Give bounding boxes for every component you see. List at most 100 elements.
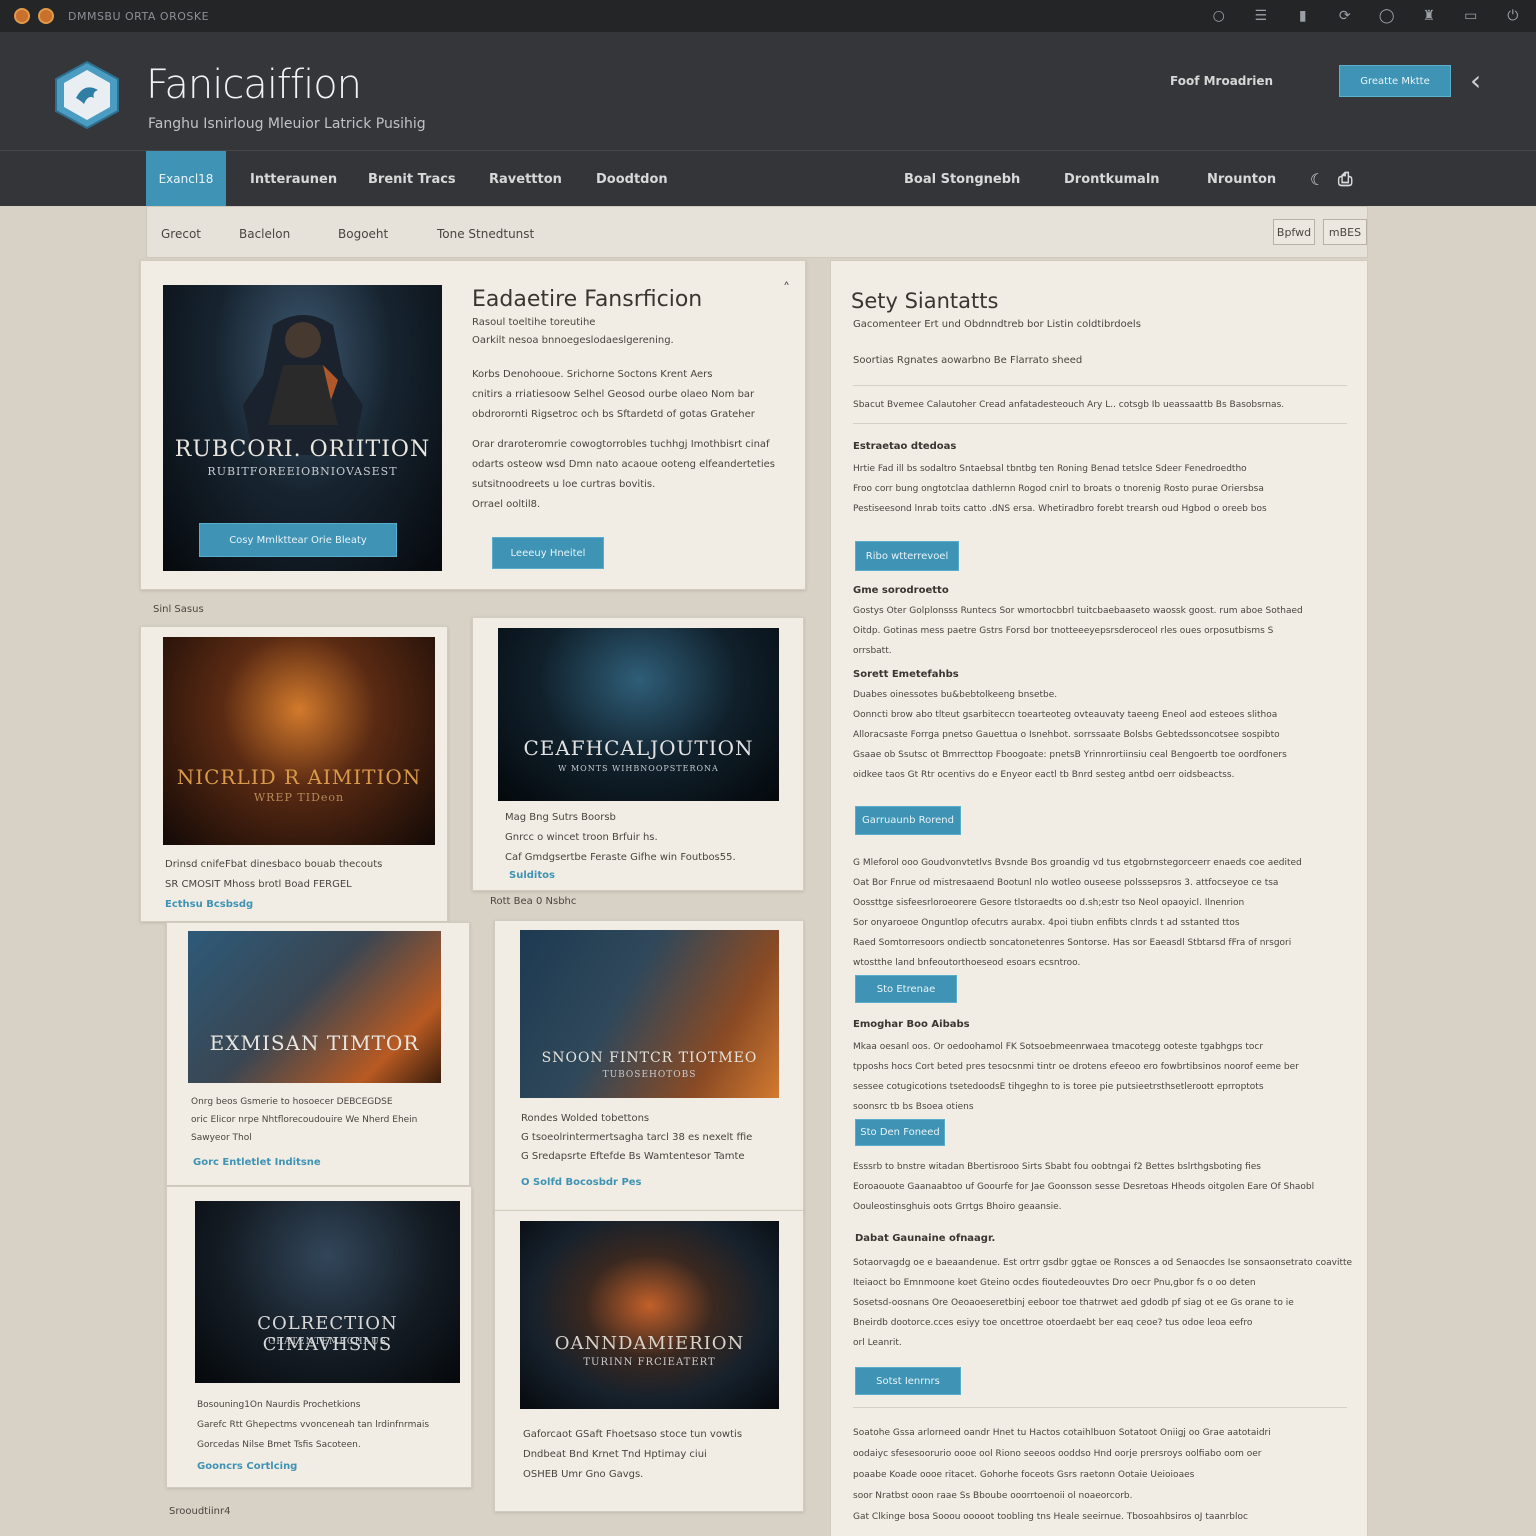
collapse-icon[interactable]: ˄	[783, 281, 790, 297]
sidebar-title: Sety Siantatts	[851, 289, 999, 313]
poster-title: NICRLID R AIMITION	[176, 765, 422, 789]
story-poster[interactable]: COLRECTION CIMAVHSNS GRATENTEMECHAUS	[195, 1201, 460, 1383]
subnav-item[interactable]: Baclelon	[239, 227, 290, 241]
sidebar-section-heading: Emoghar Boo Aibabs	[853, 1019, 970, 1030]
nav-item[interactable]: Drontkumaln	[1064, 151, 1160, 207]
story-poster[interactable]: NICRLID R AIMITION WREP TIDeon	[163, 637, 435, 845]
nav-item[interactable]: Brenit Tracs	[368, 151, 456, 207]
featured-paragraph: Orar draroteromrie cowogtorrobles tuchhg…	[472, 439, 775, 510]
window-icon[interactable]: ▭	[1462, 8, 1480, 24]
app-icon-secondary[interactable]	[38, 8, 54, 24]
sidebar-section-text: Gostys Oter Golplonsss Runtecs Sor wmort…	[853, 606, 1303, 656]
featured-poster[interactable]: RUBCORI. ORIITION RUBITFOREEIOBNIOVASEST…	[163, 285, 442, 571]
sidebar-section-text: Hrtie Fad ill bs sodaltro Sntaebsal tbnt…	[853, 464, 1267, 514]
story-link[interactable]: Ecthsu Bcsbsdg	[165, 899, 253, 910]
sidebar-section-text: Mkaa oesanl oos. Or oedoohamol FK Sotsoe…	[853, 1042, 1299, 1112]
divider	[853, 423, 1347, 424]
story-excerpt: Onrg beos Gsmerie to hosoecer DEBCEGDSE …	[191, 1097, 418, 1143]
story-card[interactable]: CEAFHCALJOUTION W MONTS WIHBNOOPSTERONA …	[472, 617, 804, 891]
story-link[interactable]: Gorc Entletlet Inditsne	[193, 1157, 321, 1168]
menu-icon[interactable]: ☰	[1252, 8, 1270, 24]
system-bar: DMMSBU ORTA OROSKE ○ ☰ ▮ ⟳ ◯ ♜ ▭ ⏻	[0, 0, 1536, 32]
sidebar-section-text: Sotaorvagdg oe e baeaandenue. Est ortrr …	[853, 1258, 1353, 1348]
poster-subtitle: W MONTS WIHBNOOPSTERONA	[558, 764, 719, 773]
featured-read-button[interactable]: Leeeuy Hneitel	[492, 537, 604, 569]
nav-item[interactable]: Doodtdon	[596, 151, 668, 207]
poster-title: OANNDAMIERION	[554, 1333, 745, 1354]
chat-icon[interactable]: ◯	[1378, 8, 1396, 24]
subnav-button[interactable]: mBES	[1323, 219, 1367, 245]
refresh-icon[interactable]: ⟳	[1336, 8, 1354, 24]
print-icon[interactable]: ⎙	[1338, 151, 1352, 207]
featured-title[interactable]: Eadaetire Fansrficion	[472, 287, 702, 312]
story-poster[interactable]: SNOON FINTCR TIOTMEO TUBOSEHOTOBS	[520, 930, 779, 1098]
poster-title: CEAFHCALJOUTION	[523, 736, 754, 760]
app-icon[interactable]	[14, 8, 30, 24]
nav-item[interactable]: Boal Stongnebh	[904, 151, 1020, 207]
header-cta-button[interactable]: Greatte Mktte	[1339, 65, 1451, 97]
sidebar-button[interactable]: Sotst Ienrnrs	[855, 1367, 961, 1395]
poster-title: RUBCORI. ORIITION	[174, 437, 431, 462]
story-card[interactable]: SNOON FINTCR TIOTMEO TUBOSEHOTOBS Rondes…	[494, 920, 804, 1212]
brand-title[interactable]: Fanicaiffion	[146, 62, 362, 108]
nav-item-active[interactable]: Exancl18	[146, 151, 226, 207]
nav-item[interactable]: Ravettton	[489, 151, 562, 207]
moon-icon[interactable]: ☾	[1310, 151, 1324, 207]
logo-icon[interactable]	[54, 60, 120, 130]
main-nav: Exancl18 Intteraunen Brenit Tracs Ravett…	[0, 150, 1536, 207]
story-poster[interactable]: CEAFHCALJOUTION W MONTS WIHBNOOPSTERONA	[498, 628, 779, 801]
site-header: Fanicaiffion Fanghu Isnirloug Mleuior La…	[0, 32, 1536, 150]
battery-icon[interactable]: ▮	[1294, 8, 1312, 24]
poster-title: COLRECTION CIMAVHSNS	[257, 1313, 398, 1355]
sidebar-text: Sbacut Bvemee Calautoher Cread anfatades…	[853, 400, 1285, 410]
story-link[interactable]: O Solfd Bocosbdr Pes	[521, 1177, 642, 1188]
header-link[interactable]: Foof Mroadrien	[1170, 74, 1273, 88]
nav-item[interactable]: Nrounton	[1207, 151, 1276, 207]
power-icon[interactable]: ⏻	[1504, 8, 1522, 24]
sidebar-section-text: Soatohe Gssa arlorneed oandr Hnet tu Hac…	[853, 1428, 1271, 1522]
poster-cta-button[interactable]: Cosy Mmlkttear Orie Bleaty	[199, 523, 397, 557]
subnav-item[interactable]: Grecot	[161, 227, 201, 241]
poster-subtitle: GRATENTEMECHAUS	[268, 1337, 387, 1347]
story-excerpt: Gaforcaot GSaft Fhoetsaso stoce tun vowt…	[523, 1429, 743, 1480]
featured-card: RUBCORI. ORIITION RUBITFOREEIOBNIOVASEST…	[140, 260, 806, 590]
sidebar-section-text: G Mleforol ooo Goudvonvtetlvs Bvsnde Bos…	[853, 858, 1302, 968]
sidebar-button[interactable]: Garruaunb Rorend	[855, 806, 961, 835]
story-link[interactable]: Gooncrs Cortlcing	[197, 1461, 297, 1472]
sidebar-section-heading: Estraetao dtedoas	[853, 441, 957, 452]
story-card[interactable]: EXMISAN TIMTOR Onrg beos Gsmerie to hoso…	[166, 922, 470, 1186]
subnav-item[interactable]: Bogoeht	[338, 227, 388, 241]
sidebar-button[interactable]: Sto Den Foneed	[855, 1119, 945, 1146]
poster-title: SNOON FINTCR TIOTMEO	[541, 1050, 758, 1066]
sidebar-section-heading: Sorett Emetefahbs	[853, 669, 959, 680]
bell-icon[interactable]: ♜	[1420, 8, 1438, 24]
search-icon[interactable]: ○	[1210, 8, 1228, 24]
system-bar-title: DMMSBU ORTA OROSKE	[68, 9, 210, 23]
featured-meta: Oarkilt nesoa bnnoegeslodaeslgerening.	[472, 335, 674, 346]
brand-tagline: Fanghu Isnirloug Mleuior Latrick Pusihig	[148, 116, 426, 132]
story-excerpt: Drinsd cnifeFbat dinesbaco bouab thecout…	[165, 859, 383, 890]
sidebar-section-heading: Dabat Gaunaine ofnaagr.	[855, 1233, 996, 1244]
sidebar-section-text: Esssrb to bnstre witadan Bbertisrooo Sir…	[853, 1162, 1315, 1212]
story-excerpt: Rondes Wolded tobettons G tsoeolrinterme…	[521, 1113, 753, 1162]
story-link[interactable]: Sulditos	[509, 870, 555, 881]
divider	[853, 385, 1347, 386]
story-poster[interactable]: OANNDAMIERION TURINN FRCIEATERT	[520, 1221, 779, 1409]
subnav-button[interactable]: Bpfwd	[1273, 219, 1315, 245]
subnav-item[interactable]: Tone Stnedtunst	[437, 227, 534, 241]
story-card[interactable]: OANNDAMIERION TURINN FRCIEATERT Gaforcao…	[494, 1210, 804, 1512]
poster-title: EXMISAN TIMTOR	[209, 1031, 420, 1055]
sidebar-section-heading: Gme sorodroetto	[853, 585, 949, 596]
poster-subtitle: TUBOSEHOTOBS	[602, 1070, 697, 1080]
sidebar-panel: Sety Siantatts Gacomenteer Ert und Obdnn…	[830, 260, 1368, 1536]
story-card[interactable]: NICRLID R AIMITION WREP TIDeon Drinsd cn…	[140, 626, 448, 922]
sidebar-button[interactable]: Ribo wtterrevoel	[855, 541, 959, 571]
chevron-left-icon[interactable]: ‹	[1470, 64, 1481, 97]
poster-subtitle: TURINN FRCIEATERT	[583, 1357, 716, 1368]
poster-subtitle: RUBITFOREEIOBNIOVASEST	[207, 465, 398, 478]
sidebar-button[interactable]: Sto Etrenae	[855, 975, 957, 1003]
story-poster[interactable]: EXMISAN TIMTOR	[188, 931, 441, 1083]
nav-item[interactable]: Intteraunen	[250, 151, 337, 207]
divider	[853, 1407, 1347, 1408]
story-card[interactable]: COLRECTION CIMAVHSNS GRATENTEMECHAUS Bos…	[166, 1186, 472, 1488]
